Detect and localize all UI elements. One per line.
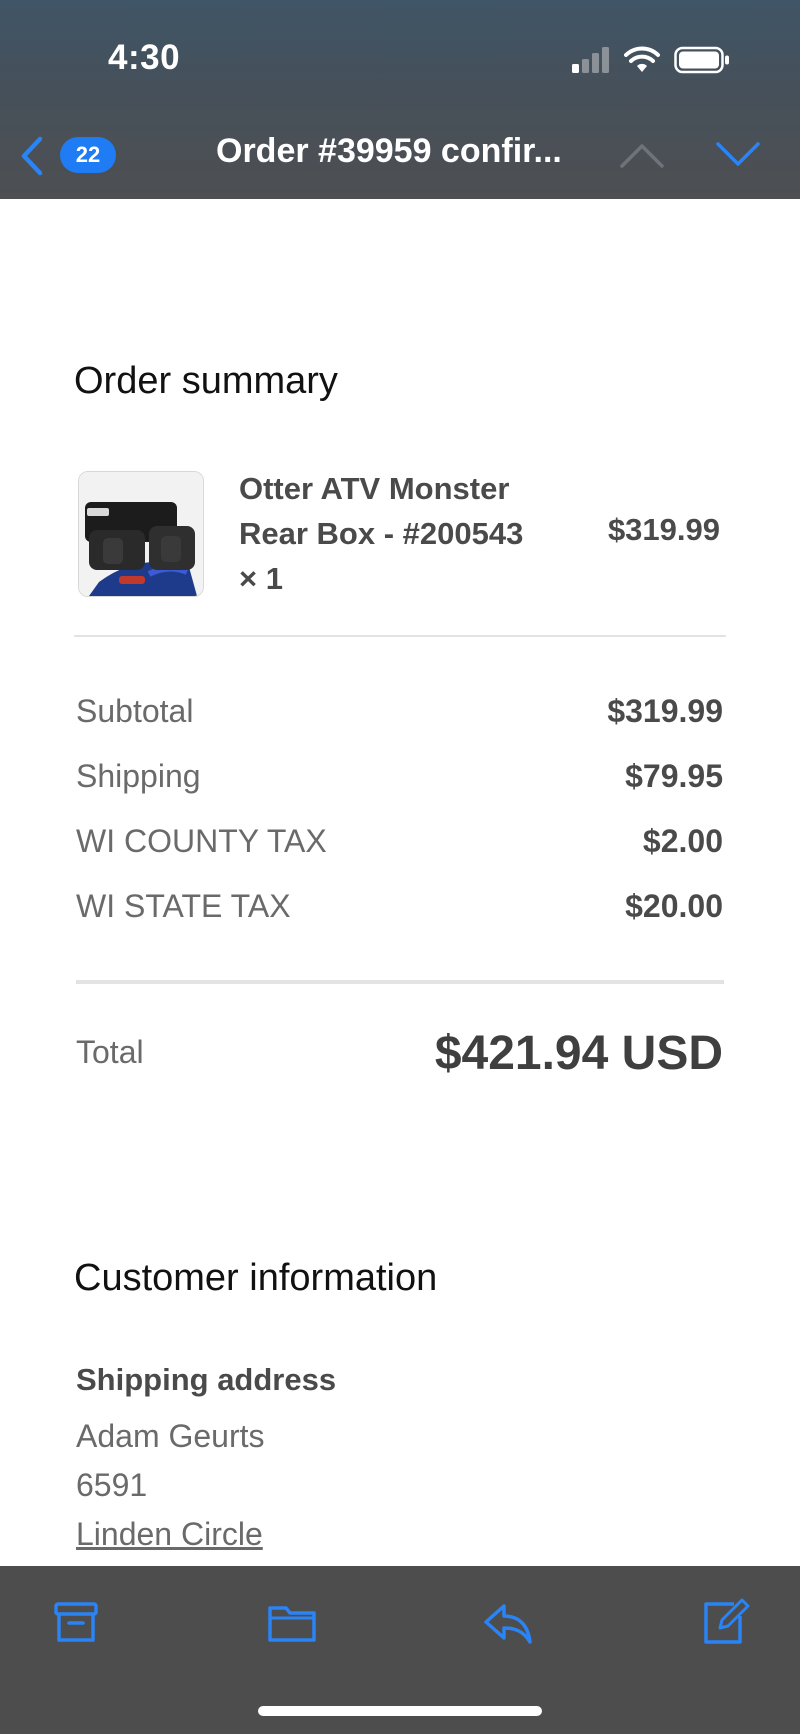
home-indicator[interactable] bbox=[258, 1706, 542, 1716]
product-name: Otter ATV Monster Rear Box - #200543 × 1 bbox=[239, 466, 569, 601]
subtotal-value: $319.99 bbox=[607, 693, 723, 729]
wifi-icon bbox=[624, 46, 660, 72]
shipping-label: Shipping bbox=[76, 758, 201, 794]
state-tax-label: WI STATE TAX bbox=[76, 888, 291, 924]
product-quantity: × 1 bbox=[239, 561, 283, 596]
shipping-value: $79.95 bbox=[625, 758, 723, 794]
county-tax-label: WI COUNTY TAX bbox=[76, 823, 327, 859]
order-summary-heading: Order summary bbox=[74, 360, 338, 402]
product-price: $319.99 bbox=[607, 512, 720, 547]
state-tax-value: $20.00 bbox=[625, 888, 723, 924]
divider bbox=[74, 635, 726, 637]
battery-icon bbox=[674, 46, 729, 74]
product-thumbnail bbox=[78, 471, 204, 597]
next-message-chevron-icon[interactable] bbox=[714, 140, 762, 170]
email-header: 4:30 22 Order #39959 confir... bbox=[0, 0, 800, 199]
status-icons bbox=[570, 40, 730, 80]
cellular-signal-icon bbox=[572, 47, 609, 73]
address-street-link[interactable]: Linden Circle bbox=[76, 1516, 263, 1553]
address-name: Adam Geurts bbox=[76, 1418, 265, 1454]
email-subject-title: Order #39959 confir... bbox=[216, 132, 562, 170]
shipping-address-heading: Shipping address bbox=[76, 1362, 337, 1397]
previous-message-chevron-icon[interactable] bbox=[618, 140, 666, 170]
archive-icon[interactable] bbox=[50, 1596, 102, 1648]
total-value: $421.94 USD bbox=[434, 1027, 723, 1080]
total-divider bbox=[76, 980, 724, 984]
subtotal-label: Subtotal bbox=[76, 693, 194, 729]
total-label: Total bbox=[76, 1034, 144, 1070]
product-image bbox=[79, 472, 203, 596]
reply-icon[interactable] bbox=[482, 1596, 534, 1648]
customer-information-heading: Customer information bbox=[74, 1257, 438, 1299]
address-number: 6591 bbox=[76, 1467, 148, 1503]
product-name-line1: Otter ATV Monster bbox=[239, 471, 510, 506]
unread-count-badge[interactable]: 22 bbox=[60, 137, 116, 173]
compose-icon[interactable] bbox=[698, 1596, 750, 1648]
back-chevron-icon[interactable] bbox=[18, 135, 46, 177]
nav-bar: 22 Order #39959 confir... bbox=[0, 120, 800, 190]
status-time: 4:30 bbox=[108, 38, 181, 77]
folder-icon[interactable] bbox=[266, 1596, 318, 1648]
county-tax-value: $2.00 bbox=[642, 823, 723, 859]
product-name-line2: Rear Box - #200543 bbox=[239, 516, 524, 551]
